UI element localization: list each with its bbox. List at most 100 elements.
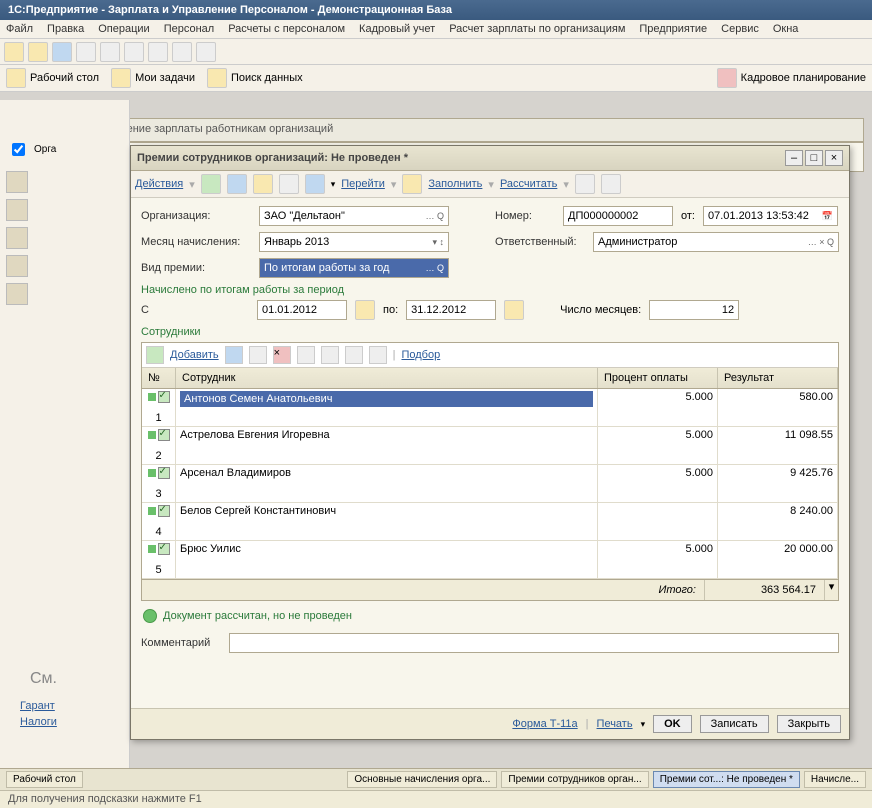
col-num[interactable]: № [142, 368, 176, 388]
task-bonus-list[interactable]: Премии сотрудников орган... [501, 771, 648, 788]
menu-service[interactable]: Сервис [721, 23, 759, 35]
tb-find-icon[interactable] [148, 42, 168, 62]
table-row[interactable]: 3 Арсенал Владимиров 5.000 9 425.76 [142, 465, 838, 503]
up-icon[interactable] [297, 346, 315, 364]
close-button[interactable]: × [825, 150, 843, 166]
post-icon[interactable] [201, 174, 221, 194]
form-body: Организация: ЗАО "Дельтаон"… Q Номер: ДП… [131, 198, 849, 708]
menu-file[interactable]: Файл [6, 23, 33, 35]
down-icon[interactable] [321, 346, 339, 364]
menu-salary[interactable]: Расчет зарплаты по организациям [449, 23, 625, 35]
resp-field[interactable]: Администратор… × Q [593, 232, 839, 252]
tb-redo-icon[interactable] [196, 42, 216, 62]
comment-field[interactable] [229, 633, 839, 653]
table-row[interactable]: 5 Брюс Уилис 5.000 20 000.00 [142, 541, 838, 579]
edit-icon[interactable] [249, 346, 267, 364]
link-taxes[interactable]: Налоги [20, 716, 57, 728]
side-icon-2[interactable] [6, 199, 28, 221]
goto-menu[interactable]: Перейти [341, 178, 385, 190]
struct-icon[interactable] [279, 174, 299, 194]
search-link[interactable]: Поиск данных [231, 72, 303, 84]
row-check[interactable] [158, 467, 170, 479]
tb-cut-icon[interactable] [76, 42, 96, 62]
months-field[interactable]: 12 [649, 300, 739, 320]
actions-menu[interactable]: Действия [135, 178, 183, 190]
tb-undo-icon[interactable] [172, 42, 192, 62]
tb-paste-icon[interactable] [124, 42, 144, 62]
print-menu[interactable]: Печать [597, 718, 633, 730]
desktop-link[interactable]: Рабочий стол [30, 72, 99, 84]
side-icon-1[interactable] [6, 171, 28, 193]
task-bonus-doc[interactable]: Премии сот...: Не проведен * [653, 771, 800, 788]
month-field[interactable]: Январь 2013▾ ↕ [259, 232, 449, 252]
ins-icon[interactable] [225, 346, 243, 364]
col-emp[interactable]: Сотрудник [176, 368, 598, 388]
settings-icon[interactable] [601, 174, 621, 194]
fill-menu[interactable]: Заполнить [428, 178, 482, 190]
date-label: от: [681, 210, 695, 222]
tb-open-icon[interactable] [28, 42, 48, 62]
menu-ops[interactable]: Операции [98, 23, 149, 35]
sort-icon[interactable] [345, 346, 363, 364]
ok-button[interactable]: OK [653, 715, 692, 733]
org-filter-check[interactable] [12, 143, 25, 156]
table-row[interactable]: 2 Астрелова Евгения Игоревна 5.000 11 09… [142, 427, 838, 465]
row-check[interactable] [158, 391, 170, 403]
refresh-icon[interactable] [253, 174, 273, 194]
col-res[interactable]: Результат [718, 368, 838, 388]
close-doc-button[interactable]: Закрыть [777, 715, 841, 733]
link-garant[interactable]: Гарант [20, 700, 57, 712]
sort2-icon[interactable] [369, 346, 387, 364]
type-field[interactable]: По итогам работы за год… Q [259, 258, 449, 278]
side-icon-3[interactable] [6, 227, 28, 249]
calc-menu[interactable]: Рассчитать [500, 178, 557, 190]
tb-save-icon[interactable] [52, 42, 72, 62]
to-field[interactable]: 31.12.2012 [406, 300, 496, 320]
date-field[interactable]: 07.01.2013 13:53:42📅 [703, 206, 838, 226]
side-icon-4[interactable] [6, 255, 28, 277]
col-pct[interactable]: Процент оплаты [598, 368, 718, 388]
grid-header: № Сотрудник Процент оплаты Результат [142, 368, 838, 389]
tasks-icon[interactable] [111, 68, 131, 88]
row-check[interactable] [158, 505, 170, 517]
tb-copy-icon[interactable] [100, 42, 120, 62]
from-cal-icon[interactable] [355, 300, 375, 320]
table-row[interactable]: 1 Антонов Семен Анатольевич 5.000 580.00 [142, 389, 838, 427]
num-field[interactable]: ДП000000002 [563, 206, 673, 226]
filter-button[interactable]: Подбор [401, 349, 440, 361]
planning-link[interactable]: Кадровое планирование [741, 72, 866, 84]
add-button[interactable]: Добавить [170, 349, 219, 361]
task-accruals[interactable]: Основные начисления орга... [347, 771, 497, 788]
tb-new-icon[interactable] [4, 42, 24, 62]
side-icon-5[interactable] [6, 283, 28, 305]
nav-icon[interactable] [305, 174, 325, 194]
row-check[interactable] [158, 429, 170, 441]
org-field[interactable]: ЗАО "Дельтаон"… Q [259, 206, 449, 226]
menu-windows[interactable]: Окна [773, 23, 799, 35]
planning-icon[interactable] [717, 68, 737, 88]
menu-edit[interactable]: Правка [47, 23, 84, 35]
menu-enterprise[interactable]: Предприятие [639, 23, 707, 35]
search-icon[interactable] [207, 68, 227, 88]
task-desktop[interactable]: Рабочий стол [6, 771, 83, 788]
del-icon[interactable]: × [273, 346, 291, 364]
form-t11a[interactable]: Форма Т-11а [512, 718, 577, 730]
task-accrual2[interactable]: Начисле... [804, 771, 866, 788]
from-field[interactable]: 01.01.2012 [257, 300, 347, 320]
desktop-icon[interactable] [6, 68, 26, 88]
row-check[interactable] [158, 543, 170, 555]
maximize-button[interactable]: □ [805, 150, 823, 166]
menu-hr[interactable]: Кадровый учет [359, 23, 435, 35]
menu-personnel[interactable]: Персонал [164, 23, 215, 35]
months-label: Число месяцев: [560, 304, 641, 316]
save-button[interactable]: Записать [700, 715, 769, 733]
tasks-link[interactable]: Мои задачи [135, 72, 195, 84]
calc-icon[interactable] [402, 174, 422, 194]
list-icon[interactable] [575, 174, 595, 194]
menu-calc-personnel[interactable]: Расчеты с персоналом [228, 23, 345, 35]
minimize-button[interactable]: – [785, 150, 803, 166]
save-icon[interactable] [227, 174, 247, 194]
to-cal-icon[interactable] [504, 300, 524, 320]
add-row-icon[interactable] [146, 346, 164, 364]
table-row[interactable]: 4 Белов Сергей Константинович 8 240.00 [142, 503, 838, 541]
